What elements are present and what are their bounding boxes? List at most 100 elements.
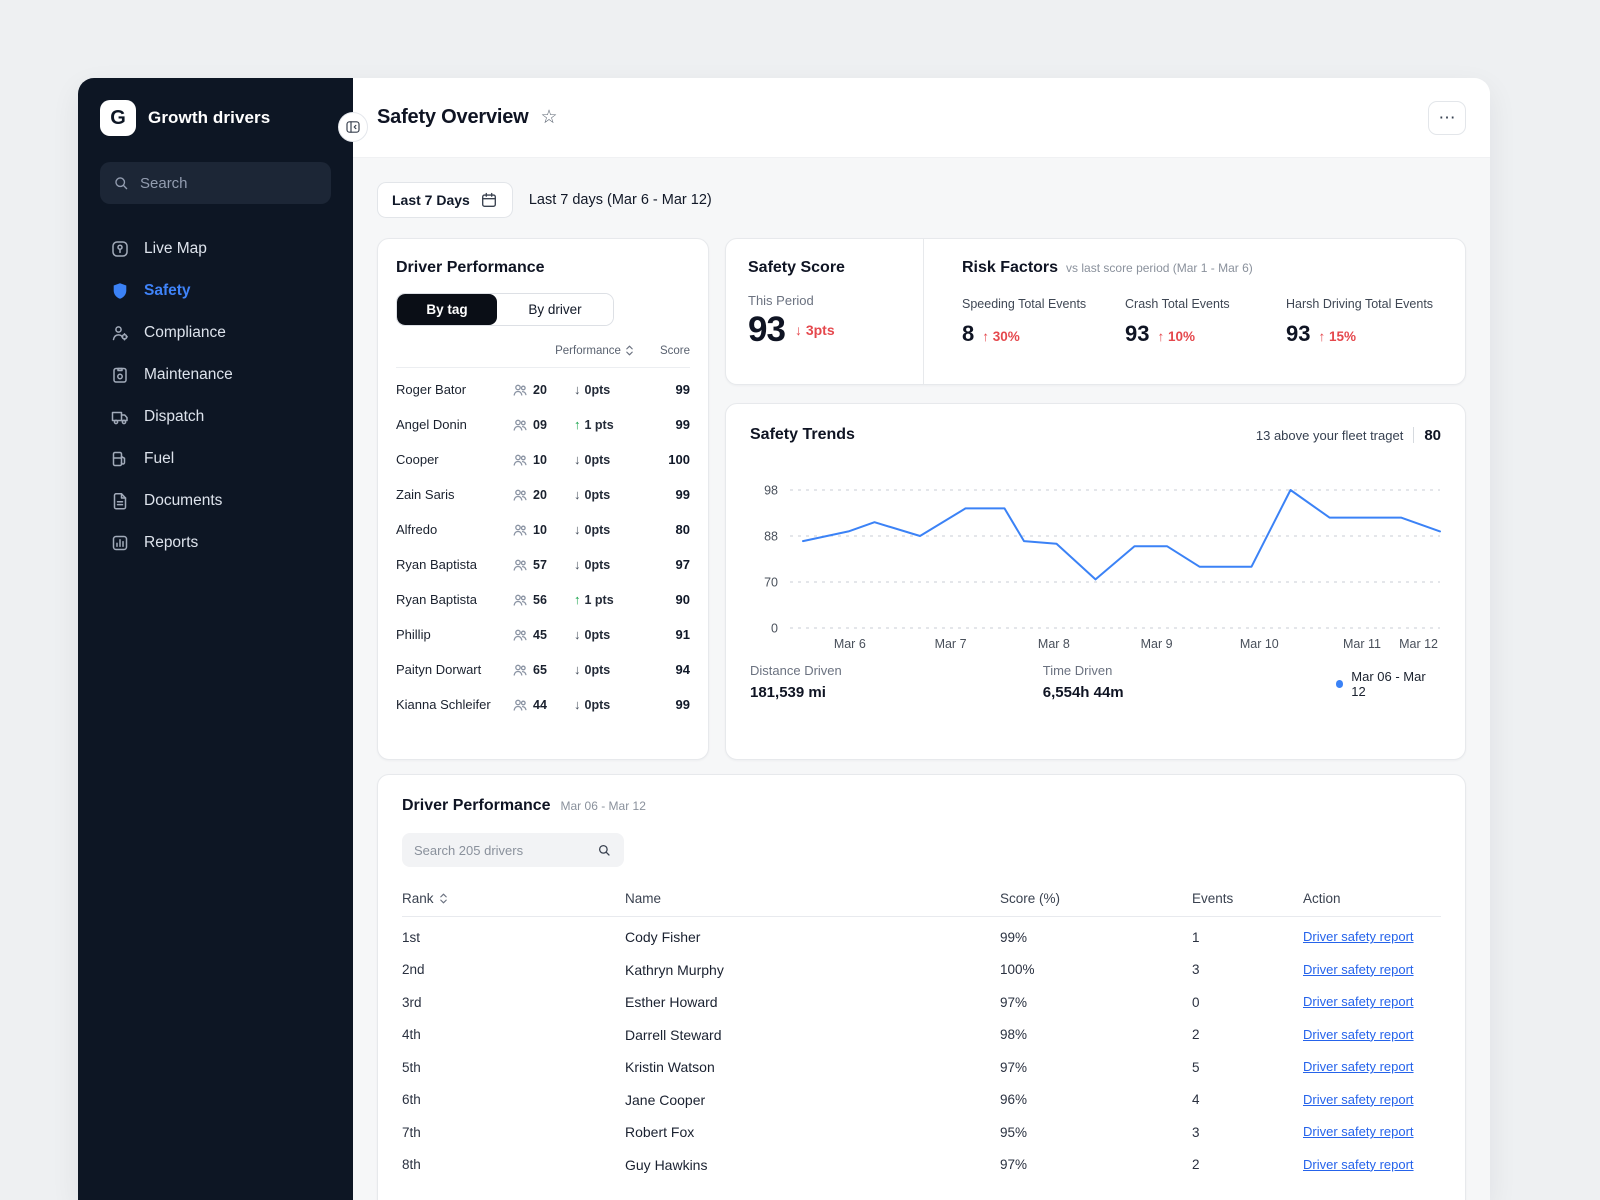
sidebar-search-input[interactable] xyxy=(140,174,339,192)
table-row: 1st Cody Fisher 99% 1 Driver safety repo… xyxy=(402,921,1441,954)
driver-safety-report-link[interactable]: Driver safety report xyxy=(1303,962,1414,977)
trends-footer: Distance Driven 181,539 mi Time Driven 6… xyxy=(750,663,1441,701)
sidebar: G Growth drivers Live Map Safety Complia… xyxy=(78,78,368,1200)
driver-safety-report-link[interactable]: Driver safety report xyxy=(1303,1124,1414,1139)
svg-text:Mar 7: Mar 7 xyxy=(935,637,967,651)
performance-sort-header[interactable]: Performance xyxy=(555,344,634,357)
sidebar-item-label: Fuel xyxy=(144,450,175,467)
rank-cell: 2nd xyxy=(402,962,425,978)
risk-stat-delta: ↑ 10% xyxy=(1157,329,1196,344)
drivers-search-input[interactable] xyxy=(414,842,597,858)
fuel-icon xyxy=(110,449,130,469)
score-cell: 97% xyxy=(1000,1157,1028,1173)
down-arrow-icon: ↓ xyxy=(574,662,581,677)
main-area: Safety Overview ☆ ⋯ Last 7 Days Last 7 d… xyxy=(353,78,1490,1200)
safety-score-card: Safety Score This Period 93 ↓ 3pts Risk … xyxy=(725,238,1466,385)
drivers-table-header: Rank Name Score (%) Events Action xyxy=(402,891,1441,917)
action-cell: Driver safety report xyxy=(1303,928,1441,946)
events-cell: 2 xyxy=(1192,1027,1200,1043)
top-grid: Driver Performance By tag By driver Perf… xyxy=(377,238,1466,760)
driver-score: 94 xyxy=(675,662,690,677)
svg-text:Mar 6: Mar 6 xyxy=(834,637,866,651)
driver-safety-report-link[interactable]: Driver safety report xyxy=(1303,1027,1414,1042)
safety-score-value: 93 xyxy=(748,310,786,349)
driver-count: 65 xyxy=(512,662,574,678)
name-column-label: Name xyxy=(625,891,662,906)
driver-count: 09 xyxy=(512,417,574,433)
driver-score: 99 xyxy=(675,417,690,432)
sidebar-collapse-button[interactable] xyxy=(338,112,368,142)
performance-row: Cooper 10 ↓ 0pts 100 xyxy=(396,442,690,477)
drivers-table-rows: 1st Cody Fisher 99% 1 Driver safety repo… xyxy=(402,921,1441,1181)
sidebar-item-safety[interactable]: Safety xyxy=(100,270,331,312)
stat-label: Time Driven xyxy=(1042,663,1113,678)
sidebar-item-dispatch[interactable]: Dispatch xyxy=(100,396,331,438)
rank-cell: 8th xyxy=(402,1157,421,1173)
date-range-button[interactable]: Last 7 Days xyxy=(377,182,513,218)
sidebar-item-fuel[interactable]: Fuel xyxy=(100,438,331,480)
people-icon xyxy=(512,487,528,503)
sidebar-item-reports[interactable]: Reports xyxy=(100,522,331,564)
performance-delta: ↓ 0pts xyxy=(574,557,611,572)
drivers-search[interactable] xyxy=(402,833,624,867)
sidebar-item-documents[interactable]: Documents xyxy=(100,480,331,522)
date-range-label: Last 7 Days xyxy=(392,192,470,208)
driver-safety-report-link[interactable]: Driver safety report xyxy=(1303,929,1414,944)
risk-stat-delta: ↑ 30% xyxy=(982,329,1020,344)
safety-score-title: Safety Score xyxy=(748,259,845,276)
driver-score: 91 xyxy=(675,627,690,642)
performance-row: Roger Bator 20 ↓ 0pts 99 xyxy=(396,372,690,407)
risk-stat-label: Harsh Driving Total Events xyxy=(1286,297,1434,311)
risk-stat-value: 93 xyxy=(1286,321,1311,346)
down-arrow-icon: ↓ xyxy=(574,697,581,712)
tab-by-tag[interactable]: By tag xyxy=(397,294,497,325)
driver-count: 44 xyxy=(512,697,574,713)
legend-dot-icon xyxy=(1335,680,1344,688)
drivers-table-title: Driver Performance xyxy=(402,797,551,814)
svg-text:Mar 10: Mar 10 xyxy=(1240,637,1279,651)
sidebar-search[interactable] xyxy=(100,162,339,204)
driver-safety-report-link[interactable]: Driver safety report xyxy=(1303,1157,1414,1172)
driver-name: Cooper xyxy=(396,452,439,467)
risk-stats: Speeding Total Events 8 ↑ 30% Crash Tota… xyxy=(962,297,1441,347)
table-row: 7th Robert Fox 95% 3 Driver safety repor… xyxy=(402,1116,1441,1149)
driver-score: 97 xyxy=(675,557,690,572)
driver-name: Roger Bator xyxy=(396,382,467,397)
score-column-label: Score xyxy=(659,344,690,357)
tab-by-driver[interactable]: By driver xyxy=(497,294,613,325)
performance-row: Alfredo 10 ↓ 0pts 80 xyxy=(396,512,690,547)
driver-score: 99 xyxy=(675,487,690,502)
action-cell: Driver safety report xyxy=(1303,1058,1441,1076)
driver-score: 100 xyxy=(668,452,690,467)
driver-score: 99 xyxy=(675,697,690,712)
sidebar-item-maintenance[interactable]: Maintenance xyxy=(100,354,331,396)
sidebar-item-live-map[interactable]: Live Map xyxy=(100,228,331,270)
score-column-label: Score (%) xyxy=(1000,891,1061,906)
driver-safety-report-link[interactable]: Driver safety report xyxy=(1303,1059,1414,1074)
performance-table-header: Performance Score xyxy=(396,344,690,368)
sidebar-item-compliance[interactable]: Compliance xyxy=(100,312,331,354)
sort-icon xyxy=(439,893,447,904)
more-options-button[interactable]: ⋯ xyxy=(1428,100,1466,135)
performance-delta: ↓ 0pts xyxy=(574,662,611,677)
name-cell: Jane Cooper xyxy=(625,1091,706,1108)
up-arrow-icon: ↑ xyxy=(1157,329,1165,344)
search-icon xyxy=(113,175,130,192)
down-arrow-icon: ↓ xyxy=(574,557,581,572)
up-arrow-icon: ↑ xyxy=(574,592,581,607)
compliance-icon xyxy=(110,323,130,343)
rank-cell: 7th xyxy=(402,1124,421,1140)
name-cell: Kathryn Murphy xyxy=(625,961,724,978)
driver-safety-report-link[interactable]: Driver safety report xyxy=(1303,994,1414,1009)
score-cell: 96% xyxy=(1000,1092,1028,1108)
driver-safety-report-link[interactable]: Driver safety report xyxy=(1303,1092,1414,1107)
table-row: 4th Darrell Steward 98% 2 Driver safety … xyxy=(402,1019,1441,1052)
legend-label: Mar 06 - Mar 12 xyxy=(1351,669,1426,699)
rank-sort-header[interactable]: Rank xyxy=(402,891,625,906)
documents-icon xyxy=(110,491,130,511)
sidebar-item-label: Documents xyxy=(144,492,223,509)
driver-name: Angel Donin xyxy=(396,417,467,432)
sort-icon xyxy=(626,345,633,356)
driver-score: 90 xyxy=(675,592,690,607)
favorite-star-icon[interactable]: ☆ xyxy=(541,106,558,129)
